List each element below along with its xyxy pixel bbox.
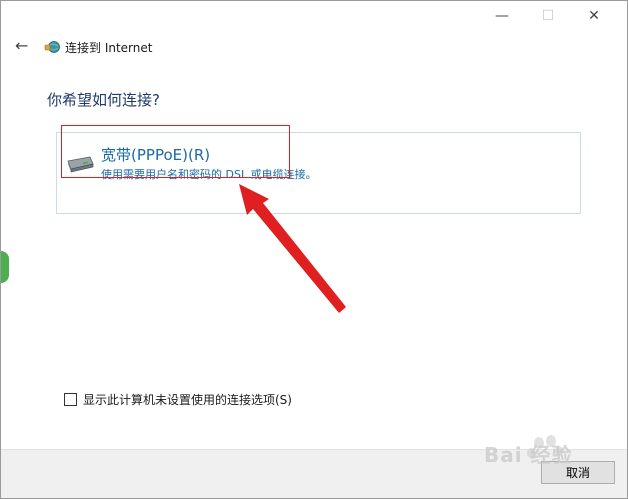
side-tab (1, 251, 9, 283)
page-question: 你希望如何连接? (47, 91, 160, 109)
network-globe-icon (44, 41, 60, 53)
checkbox-label: 显示此计算机未设置使用的连接选项(S) (83, 393, 292, 407)
back-arrow-icon[interactable]: ← (15, 37, 33, 55)
show-unset-options-row[interactable]: 显示此计算机未设置使用的连接选项(S) (64, 391, 292, 408)
wizard-title: 连接到 Internet (65, 41, 153, 55)
show-unset-options-checkbox[interactable] (64, 393, 77, 406)
minimize-button[interactable]: — (479, 5, 525, 27)
annotation-highlight-box (61, 125, 290, 178)
connect-internet-window: — ☐ ✕ ← 连接到 Internet 你希望如何连接? 宽带(PPPoE)(… (0, 0, 628, 499)
annotation-arrow-icon (239, 184, 346, 313)
close-button[interactable]: ✕ (571, 5, 617, 27)
baidu-watermark: Bai 经验 (484, 443, 573, 467)
window-controls: — ☐ ✕ (479, 5, 617, 27)
maximize-button[interactable]: ☐ (525, 5, 571, 27)
